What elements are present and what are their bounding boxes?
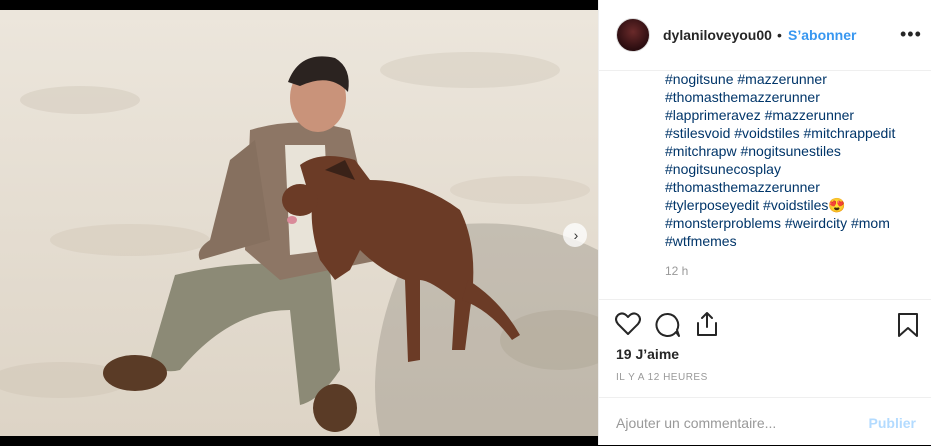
follow-button[interactable]: S’abonner [788,27,856,43]
post-sidebar: dylaniloveyou00 • S’abonner ••• #nogitsu… [598,0,931,445]
caption: #nogitsune #mazzerunner #thomasthemazzer… [665,70,925,250]
chevron-right-icon: › [573,227,579,243]
comment-icon[interactable] [655,312,681,343]
caption-line[interactable]: #nogitsunecosplay [665,160,925,178]
heart-icon[interactable] [615,312,641,341]
separator-dot: • [777,27,782,43]
caption-line[interactable]: #monsterproblems #weirdcity #mom [665,214,925,232]
caption-line[interactable]: #stilesvoid #voidstiles #mitchrappedit [665,124,925,142]
comment-bar: Publier [599,397,931,446]
caption-line[interactable]: #mitchrapw #nogitsunestiles [665,142,925,160]
post-header: dylaniloveyou00 • S’abonner ••• [599,0,931,71]
more-options-icon[interactable]: ••• [900,24,922,45]
bookmark-icon[interactable] [897,312,919,343]
caption-line[interactable]: #tylerposeyedit #voidstiles😍 [665,196,925,214]
comment-input[interactable] [616,415,846,431]
username-link[interactable]: dylaniloveyou00 [663,27,772,43]
share-icon[interactable] [695,311,719,342]
avatar[interactable] [616,18,650,52]
caption-line[interactable]: #lapprimeravez #mazzerunner [665,106,925,124]
post-time-ago[interactable]: IL Y A 12 HEURES [616,372,708,383]
photo-image [0,10,598,436]
caption-time-ago[interactable]: 12 h [665,264,688,278]
likes-count[interactable]: 19 J’aime [616,346,679,362]
caption-line[interactable]: #thomasthemazzerunner [665,178,925,196]
caption-line[interactable]: #nogitsune #mazzerunner [665,70,925,88]
caption-line[interactable]: #wtfmemes [665,232,925,250]
publish-button[interactable]: Publier [869,415,916,431]
caption-line[interactable]: #thomasthemazzerunner [665,88,925,106]
post-photo[interactable]: › [0,10,598,436]
next-photo-button[interactable]: › [563,223,587,247]
action-bar [599,299,931,300]
